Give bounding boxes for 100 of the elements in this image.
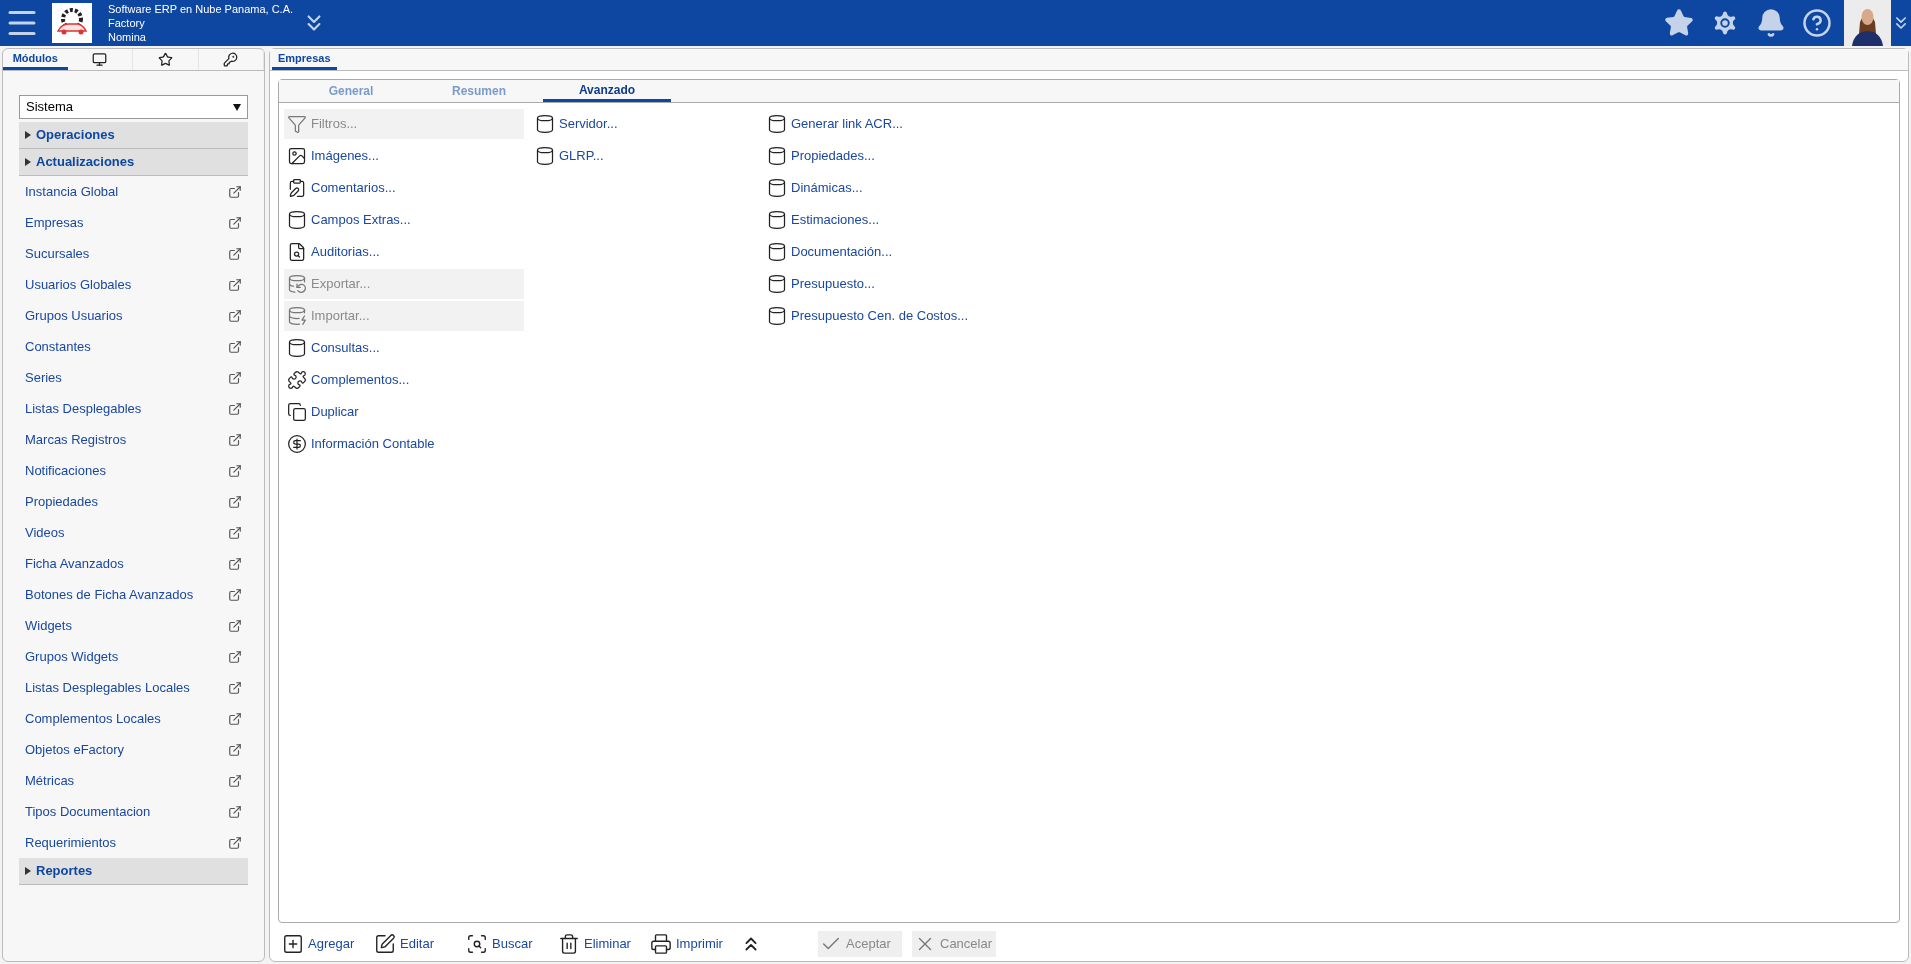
company-name: Software ERP en Nube Panama, C.A.	[108, 2, 294, 16]
menu-link[interactable]: Series	[25, 367, 228, 388]
external-link-icon[interactable]	[228, 308, 242, 323]
print-button[interactable]: Imprimir	[648, 931, 734, 957]
section-tab[interactable]: Avanzado	[543, 80, 671, 102]
option-button[interactable]: Presupuesto Cen. de Costos...	[764, 301, 1024, 331]
option-button[interactable]: GLRP...	[532, 141, 764, 171]
option-button[interactable]: Imágenes...	[284, 141, 524, 171]
menu-link[interactable]: Propiedades	[25, 491, 228, 512]
add-icon	[282, 933, 304, 955]
caret-icon	[25, 131, 31, 139]
external-link-icon[interactable]	[228, 401, 242, 416]
bell-icon[interactable]	[1756, 8, 1786, 38]
star-icon[interactable]	[1664, 8, 1694, 38]
external-link-icon[interactable]	[228, 587, 242, 602]
help-icon[interactable]	[1802, 8, 1832, 38]
option-button[interactable]: Documentación...	[764, 237, 1024, 267]
menu-link[interactable]: Sucursales	[25, 243, 228, 264]
external-link-icon[interactable]	[228, 277, 242, 292]
edit-button[interactable]: Editar	[372, 931, 458, 957]
external-link-icon[interactable]	[228, 618, 242, 633]
menu-link[interactable]: Métricas	[25, 770, 228, 791]
external-link-icon[interactable]	[228, 556, 242, 571]
caret-icon	[25, 158, 31, 166]
database-import-icon	[287, 306, 307, 326]
option-button[interactable]: Información Contable	[284, 429, 524, 459]
option-button[interactable]: Consultas...	[284, 333, 524, 363]
menu-link[interactable]: Ficha Avanzados	[25, 553, 228, 574]
dollar-icon	[287, 434, 307, 454]
external-link-icon[interactable]	[228, 339, 242, 354]
external-link-icon[interactable]	[228, 711, 242, 726]
menu-link[interactable]: Listas Desplegables Locales	[25, 677, 228, 698]
modules-tab[interactable]: Módulos	[3, 49, 68, 70]
option-button[interactable]: Auditorias...	[284, 237, 524, 267]
external-link-icon[interactable]	[228, 246, 242, 261]
module-select[interactable]: Sistema	[19, 95, 248, 119]
option-button[interactable]: Duplicar	[284, 397, 524, 427]
menu-link[interactable]: Marcas Registros	[25, 429, 228, 450]
external-link-icon[interactable]	[228, 680, 242, 695]
printer-icon	[650, 933, 672, 955]
menu-link[interactable]: Notificaciones	[25, 460, 228, 481]
external-link-icon[interactable]	[228, 835, 242, 850]
menu-link[interactable]: Instancia Global	[25, 181, 228, 202]
edit-icon	[374, 933, 396, 955]
option-button[interactable]: Generar link ACR...	[764, 109, 1024, 139]
copy-icon	[287, 402, 307, 422]
company-tab[interactable]: Empresas	[272, 49, 337, 70]
external-link-icon[interactable]	[228, 184, 242, 199]
menu-link[interactable]: Objetos eFactory	[25, 739, 228, 760]
menu-link[interactable]: Constantes	[25, 336, 228, 357]
menu-link[interactable]: Grupos Widgets	[25, 646, 228, 667]
option-button[interactable]: Presupuesto...	[764, 269, 1024, 299]
delete-button[interactable]: Eliminar	[556, 931, 642, 957]
caret-icon	[25, 867, 31, 875]
option-button[interactable]: Comentarios...	[284, 173, 524, 203]
option-button[interactable]: Servidor...	[532, 109, 764, 139]
menu-link[interactable]: Botones de Ficha Avanzados	[25, 584, 228, 605]
menu-link[interactable]: Listas Desplegables	[25, 398, 228, 419]
menu-section[interactable]: Operaciones	[19, 122, 248, 149]
database-icon	[767, 146, 787, 166]
external-link-icon[interactable]	[228, 773, 242, 788]
menu-link[interactable]: Widgets	[25, 615, 228, 636]
menu-link[interactable]: Grupos Usuarios	[25, 305, 228, 326]
external-link-icon[interactable]	[228, 494, 242, 509]
dropdown-caret-icon	[233, 103, 241, 111]
menu-link[interactable]: Videos	[25, 522, 228, 543]
add-button[interactable]: Agregar	[280, 931, 366, 957]
option-button[interactable]: Dinámicas...	[764, 173, 1024, 203]
database-icon	[535, 114, 555, 134]
menu-link[interactable]: Requerimientos	[25, 832, 228, 853]
database-icon	[287, 338, 307, 358]
menu-link[interactable]: Empresas	[25, 212, 228, 233]
external-link-icon[interactable]	[228, 804, 242, 819]
external-link-icon[interactable]	[228, 370, 242, 385]
menu-link[interactable]: Usuarios Globales	[25, 274, 228, 295]
external-link-icon[interactable]	[228, 649, 242, 664]
menu-link[interactable]: Complementos Locales	[25, 708, 228, 729]
option-button[interactable]: Complementos...	[284, 365, 524, 395]
option-button[interactable]: Estimaciones...	[764, 205, 1024, 235]
star-icon	[157, 52, 173, 67]
menu-link[interactable]: Tipos Documentacion	[25, 801, 228, 822]
puzzle-icon	[287, 370, 307, 390]
database-export-icon	[287, 274, 307, 294]
search-button[interactable]: Buscar	[464, 931, 550, 957]
option-button[interactable]: Propiedades...	[764, 141, 1024, 171]
document-search-icon	[287, 242, 307, 262]
option-button[interactable]: Campos Extras...	[284, 205, 524, 235]
trash-icon	[558, 933, 580, 955]
external-link-icon[interactable]	[228, 432, 242, 447]
external-link-icon[interactable]	[228, 525, 242, 540]
clipboard-icon	[287, 178, 307, 198]
menu-section[interactable]: Actualizaciones	[19, 149, 248, 176]
external-link-icon[interactable]	[228, 742, 242, 757]
database-icon	[767, 274, 787, 294]
external-link-icon[interactable]	[228, 215, 242, 230]
database-icon	[287, 210, 307, 230]
database-icon	[767, 178, 787, 198]
external-link-icon[interactable]	[228, 463, 242, 478]
logo-icon	[52, 3, 92, 43]
menu-section[interactable]: Reportes	[19, 858, 248, 885]
